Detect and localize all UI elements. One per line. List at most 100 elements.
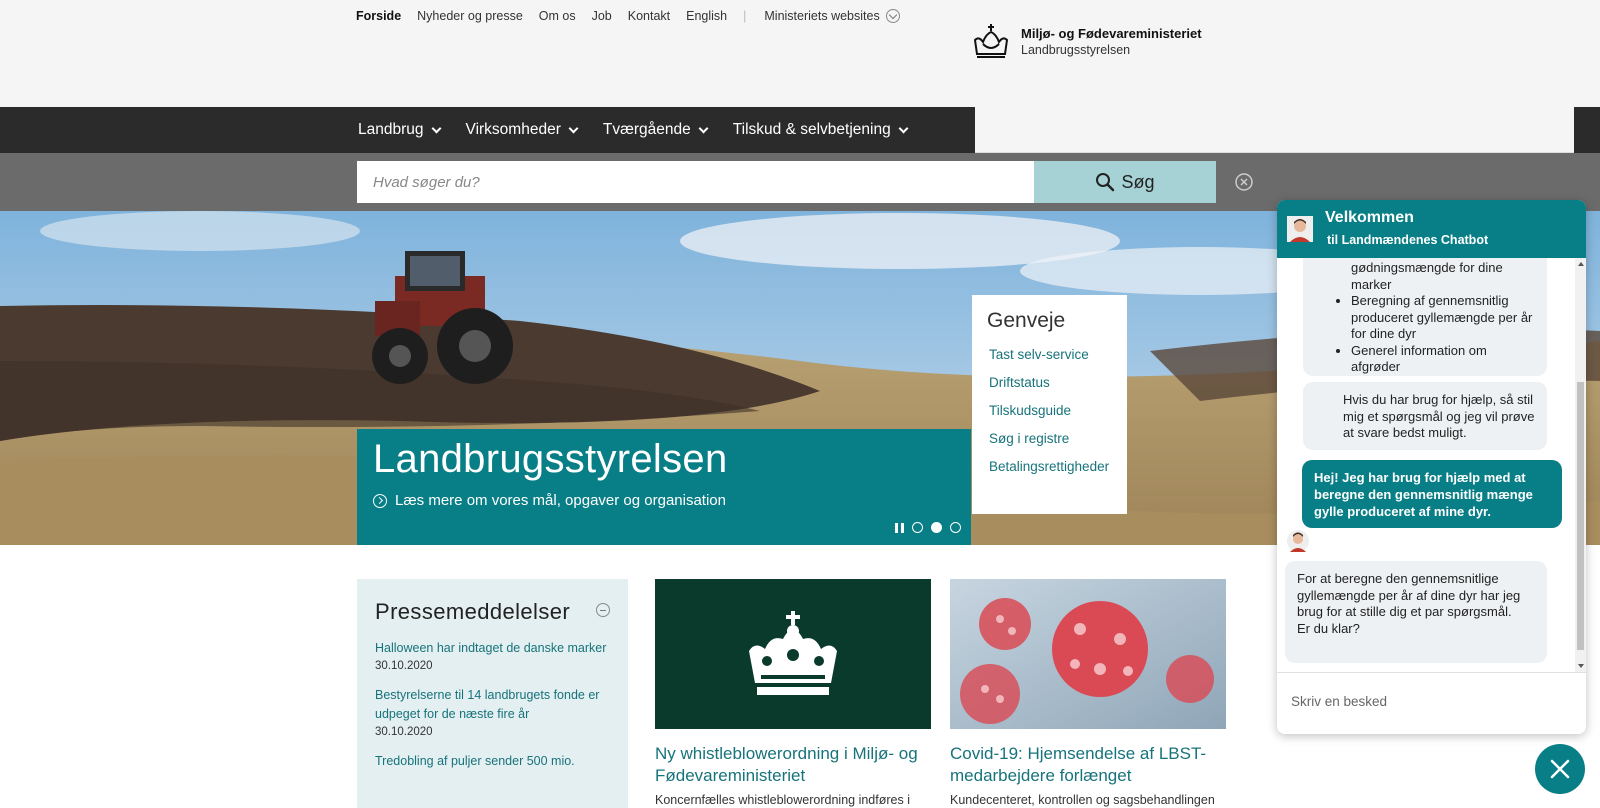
- nav-spacer: [975, 107, 1574, 153]
- nav-tilskud[interactable]: Tilskud & selvbetjening: [732, 121, 909, 139]
- chat-subtitle: til Landmændenes Chatbot: [1327, 233, 1489, 247]
- chat-message-input[interactable]: [1291, 689, 1571, 713]
- hero-link[interactable]: Læs mere om vores mål, opgaver og organi…: [373, 492, 955, 509]
- bot-avatar-icon: [1287, 216, 1313, 242]
- bot-message-text: For at beregne den gennemsnitlige gyllem…: [1297, 571, 1521, 619]
- logo-subtitle: Landbrugsstyrelsen: [1021, 43, 1131, 57]
- utility-link-news[interactable]: Nyheder og presse: [417, 9, 523, 23]
- nav-label: Tværgående: [602, 121, 691, 138]
- card-title: Ny whistleblowerordning i Miljø- og Føde…: [655, 744, 918, 785]
- close-circle-icon[interactable]: [1235, 173, 1253, 191]
- utility-nav: Forside Nyheder og presse Om os Job Kont…: [356, 9, 916, 23]
- scroll-thumb[interactable]: [1577, 382, 1584, 650]
- logo-title: Miljø- og Fødevareministeriet: [1021, 26, 1202, 41]
- arrow-circle-icon: [373, 493, 387, 508]
- press-item: Tredobling af puljer sender 500 mio.: [375, 752, 610, 771]
- utility-separator: |: [743, 9, 747, 23]
- nav-label: Tilskud & selvbetjening: [732, 121, 891, 138]
- shortcut-link[interactable]: Tast selv-service: [989, 347, 1112, 362]
- top-bar: Forside Nyheder og presse Om os Job Kont…: [0, 0, 1600, 107]
- carousel-dot[interactable]: [912, 522, 923, 533]
- press-link[interactable]: Halloween har indtaget de danske marker: [375, 639, 610, 658]
- utility-link-forside[interactable]: Forside: [356, 9, 401, 23]
- bot-avatar-icon: [1287, 530, 1309, 552]
- card-image: [655, 579, 931, 729]
- scroll-up-icon[interactable]: [1578, 262, 1584, 266]
- bot-message: gødningsmængde for dine marker Beregning…: [1303, 258, 1547, 376]
- ministry-websites-dropdown[interactable]: Ministeriets websites: [764, 9, 900, 23]
- magnifier-icon: [1096, 173, 1115, 192]
- news-card[interactable]: Covid-19: Hjemsendelse af LBST-medarbejd…: [950, 579, 1226, 807]
- ministry-logo[interactable]: Miljø- og Fødevareministeriet Landbrugss…: [969, 22, 1202, 62]
- chat-header: Velkommen til Landmændenes Chatbot: [1277, 200, 1586, 258]
- bot-list-item: Generel information om afgrøder: [1351, 343, 1535, 376]
- bot-message: Hvis du har brug for hjælp, så stil mig …: [1303, 382, 1547, 450]
- bot-message: For at beregne den gennemsnitlige gyllem…: [1285, 561, 1547, 663]
- user-message-text: Hej! Jeg har brug for hjælp med at bereg…: [1314, 470, 1533, 519]
- shortcuts-panel: Genveje Tast selv-service Driftstatus Ti…: [972, 295, 1127, 514]
- virus-image: [950, 579, 1226, 729]
- pause-icon[interactable]: [895, 522, 904, 533]
- utility-link-contact[interactable]: Kontakt: [628, 9, 670, 23]
- chat-close-button[interactable]: [1535, 744, 1585, 794]
- press-link[interactable]: Bestyrelserne til 14 landbrugets fonde e…: [375, 686, 610, 724]
- press-title: Pressemeddelelser: [375, 599, 571, 624]
- crown-icon: [973, 24, 1009, 58]
- shortcut-link[interactable]: Driftstatus: [989, 375, 1112, 390]
- utility-link-about[interactable]: Om os: [539, 9, 576, 23]
- chevron-down-icon: [568, 123, 579, 133]
- utility-link-english[interactable]: English: [686, 9, 727, 23]
- search-button[interactable]: Søg: [1034, 161, 1216, 203]
- shortcuts-title: Genveje: [987, 309, 1066, 332]
- card-description: Koncernfælles whistleblowerordning indfø…: [655, 793, 910, 807]
- nav-landbrug[interactable]: Landbrug: [358, 121, 441, 139]
- user-message: Hej! Jeg har brug for hjælp med at bereg…: [1302, 460, 1562, 528]
- shortcut-link[interactable]: Betalingsrettigheder: [989, 459, 1112, 474]
- scroll-down-icon[interactable]: [1578, 664, 1584, 668]
- chevron-down-icon: [898, 123, 909, 133]
- bot-message-text: Hvis du har brug for hjælp, så stil mig …: [1343, 392, 1535, 440]
- press-date: 30.10.2020: [375, 660, 433, 672]
- card-image: [950, 579, 1226, 729]
- chat-scrollbar[interactable]: [1575, 258, 1586, 672]
- shortcut-link[interactable]: Søg i registre: [989, 431, 1112, 446]
- chat-messages[interactable]: gødningsmængde for dine marker Beregning…: [1277, 258, 1586, 672]
- chevron-down-icon: [698, 123, 709, 133]
- carousel-dot-active[interactable]: [931, 522, 942, 533]
- chevron-down-icon: [431, 123, 441, 133]
- press-date: 30.10.2020: [375, 726, 433, 738]
- press-releases: Pressemeddelelser Halloween har indtaget…: [357, 579, 628, 808]
- press-item: Halloween har indtaget de danske marker …: [375, 639, 610, 672]
- carousel-controls: [895, 522, 961, 533]
- chat-title: Velkommen: [1325, 209, 1414, 226]
- press-item: Bestyrelserne til 14 landbrugets fonde e…: [375, 686, 610, 738]
- card-description: Kundecenteret, kontrollen og sagsbehandl…: [950, 793, 1215, 807]
- chevron-down-icon: [885, 9, 900, 23]
- news-card[interactable]: Ny whistleblowerordning i Miljø- og Føde…: [655, 579, 931, 807]
- hero-title: Landbrugsstyrelsen: [373, 437, 728, 481]
- bot-list-item: Beregning af gennemsnitlig produceret gy…: [1351, 293, 1535, 343]
- nav-tvaergaaende[interactable]: Tværgående: [602, 121, 709, 139]
- chatbot-window: Velkommen til Landmændenes Chatbot gødni…: [1277, 200, 1586, 734]
- chat-input-area: [1277, 672, 1586, 734]
- search-input[interactable]: [357, 161, 1034, 203]
- press-link[interactable]: Tredobling af puljer sender 500 mio.: [375, 752, 610, 771]
- hero-link-label: Læs mere om vores mål, opgaver og organi…: [395, 492, 726, 509]
- nav-label: Virksomheder: [465, 121, 561, 138]
- utility-link-job[interactable]: Job: [592, 9, 612, 23]
- carousel-dot[interactable]: [950, 522, 961, 533]
- bot-message-text: Er du klar?: [1297, 620, 1360, 636]
- close-icon: [1550, 759, 1570, 779]
- bot-message-partial: gødningsmængde for dine marker: [1351, 260, 1503, 292]
- shortcut-link[interactable]: Tilskudsguide: [989, 403, 1112, 418]
- search-button-label: Søg: [1121, 171, 1155, 192]
- main-nav: Landbrug Virksomheder Tværgående Tilskud…: [0, 107, 975, 153]
- ministry-websites-label: Ministeriets websites: [764, 9, 880, 23]
- nav-label: Landbrug: [358, 121, 424, 138]
- crown-icon: [749, 611, 837, 695]
- card-title: Covid-19: Hjemsendelse af LBST-medarbejd…: [950, 744, 1207, 785]
- collapse-icon[interactable]: [596, 603, 610, 617]
- nav-edge: [1574, 107, 1600, 153]
- hero-caption: Landbrugsstyrelsen Læs mere om vores mål…: [357, 429, 971, 545]
- nav-virksomheder[interactable]: Virksomheder: [465, 121, 579, 139]
